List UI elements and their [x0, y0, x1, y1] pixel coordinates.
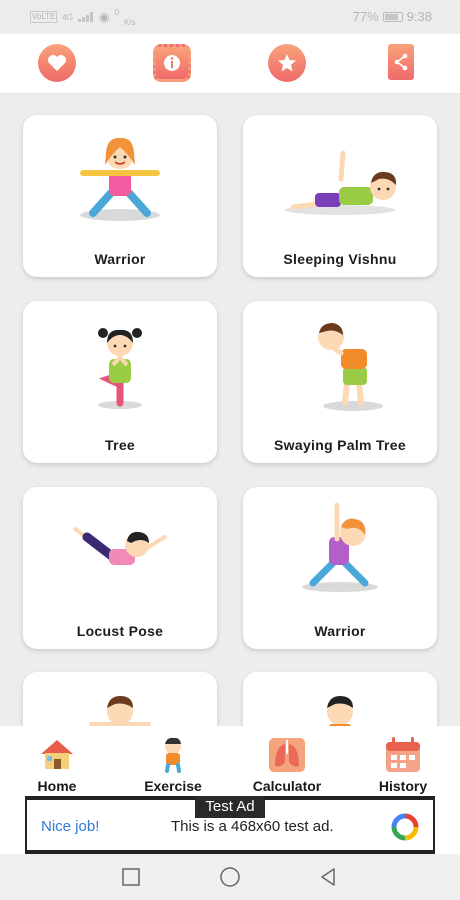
pose-card-8[interactable]: [243, 672, 437, 726]
signal-icon: [78, 12, 94, 22]
tree-illustration: [98, 328, 142, 409]
pose-grid: Warrior Sleeping Vishnu Tree Swaying Pal…: [0, 94, 460, 726]
ad-logo-icon: [391, 813, 419, 841]
pose-card-sleeping-vishnu[interactable]: Sleeping Vishnu: [243, 115, 437, 277]
pose-label: Warrior: [314, 623, 366, 639]
favorites-button[interactable]: [38, 44, 78, 84]
wifi-icon: ◉: [99, 10, 110, 24]
nav-exercise[interactable]: Exercise: [128, 732, 218, 794]
network-type: 4G: [62, 12, 74, 22]
swaying-palm-tree-illustration: [318, 323, 383, 411]
warrior-2-illustration: [302, 502, 378, 592]
pose-label: Warrior: [94, 251, 146, 267]
recents-icon[interactable]: [120, 866, 142, 888]
speed-unit: K/s: [124, 17, 136, 27]
pose-card-tree[interactable]: Tree: [23, 301, 217, 463]
nav-label: Calculator: [252, 778, 322, 794]
pose-card-swaying-palm-tree[interactable]: Swaying Palm Tree: [243, 301, 437, 463]
speed-value: 0: [114, 7, 120, 17]
battery-percent: 77%: [352, 9, 379, 24]
info-settings-button[interactable]: [153, 44, 193, 84]
sleeping-vishnu-illustration: [285, 150, 397, 215]
nav-label: History: [378, 778, 428, 794]
warrior-illustration: [80, 137, 160, 221]
nav-label: Exercise: [144, 778, 202, 794]
pose-label: Sleeping Vishnu: [283, 251, 397, 267]
pose-card-warrior-2[interactable]: Warrior: [243, 487, 437, 649]
exercise-kid-icon: [165, 737, 181, 773]
lungs-icon: [269, 738, 305, 772]
status-bar: VoLTE 4G ◉ 0 K/s 77% 9:38: [0, 0, 460, 34]
ad-body-text: This is a 468x60 test ad.: [171, 818, 334, 835]
nav-history[interactable]: History: [358, 732, 448, 794]
pose-card-locust-pose[interactable]: Locust Pose: [23, 487, 217, 649]
pose-card-warrior[interactable]: Warrior: [23, 115, 217, 277]
back-icon[interactable]: [317, 866, 339, 888]
locust-pose-illustration: [73, 527, 167, 565]
info-gear-icon: [153, 44, 191, 82]
ad-nice-text: Nice job!: [41, 818, 100, 835]
pose-8-illustration: [327, 696, 353, 726]
calendar-icon: [386, 737, 420, 772]
heart-icon: [38, 44, 76, 82]
pose-card-7[interactable]: [23, 672, 217, 726]
volte-badge: VoLTE: [30, 11, 58, 23]
rate-button[interactable]: [268, 44, 308, 84]
house-icon: [41, 740, 73, 769]
share-button[interactable]: [382, 44, 422, 84]
status-right: 77% 9:38: [353, 9, 432, 24]
star-icon: [268, 44, 306, 82]
system-navigation-bar: [0, 854, 460, 900]
battery-icon: [382, 11, 403, 22]
top-toolbar: [0, 34, 460, 94]
nav-label: Home: [37, 778, 77, 794]
pose-label: Tree: [105, 437, 135, 453]
pose-label: Swaying Palm Tree: [274, 437, 406, 453]
ad-tag: Test Ad: [195, 796, 265, 818]
pose-7-illustration: [89, 696, 151, 726]
nav-calculator[interactable]: Calculator: [242, 732, 332, 794]
pose-label: Locust Pose: [76, 623, 164, 639]
nav-home[interactable]: Home: [12, 732, 102, 794]
bottom-navigation: Home Exercise Calculator History: [0, 726, 460, 796]
home-system-icon[interactable]: [219, 866, 241, 888]
share-icon: [388, 44, 414, 80]
status-left: VoLTE 4G ◉ 0 K/s: [30, 7, 136, 27]
clock: 9:38: [406, 9, 432, 24]
